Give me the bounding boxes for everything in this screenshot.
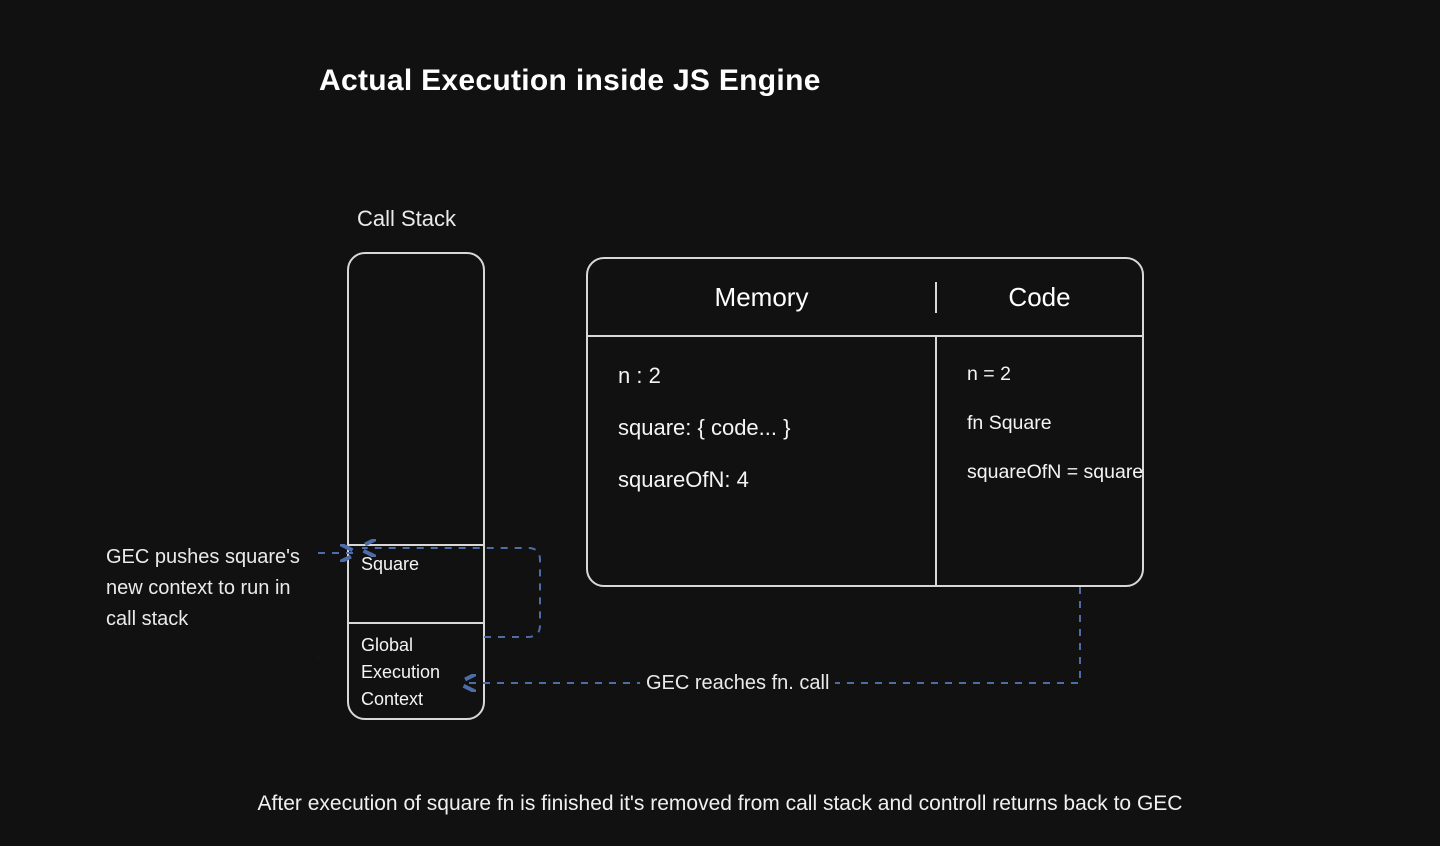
ec-code-column: n = 2 fn Square squareOfN = square(n) bbox=[937, 337, 1142, 585]
annotation-push-context: GEC pushes square's new context to run i… bbox=[106, 542, 316, 635]
callstack-label: Call Stack bbox=[357, 206, 456, 232]
annotation-gec-reaches: GEC reaches fn. call bbox=[640, 672, 835, 695]
ec-memory-n: n : 2 bbox=[618, 363, 905, 389]
ec-header-code: Code bbox=[937, 282, 1142, 313]
callstack-frame-square: Square bbox=[349, 544, 483, 624]
ec-memory-square: square: { code... } bbox=[618, 415, 905, 441]
ec-code-call: squareOfN = square(n) bbox=[967, 461, 1112, 484]
diagram-title: Actual Execution inside JS Engine bbox=[319, 64, 821, 98]
ec-memory-column: n : 2 square: { code... } squareOfN: 4 bbox=[588, 337, 937, 585]
execution-context-table: Memory Code n : 2 square: { code... } sq… bbox=[586, 257, 1144, 587]
bottom-caption: After execution of square fn is finished… bbox=[0, 792, 1440, 816]
ec-header-memory: Memory bbox=[588, 282, 937, 313]
diagram-stage: Actual Execution inside JS Engine Call S… bbox=[0, 0, 1440, 846]
ec-code-n: n = 2 bbox=[967, 363, 1112, 386]
ec-memory-squareofn: squareOfN: 4 bbox=[618, 467, 905, 493]
ec-code-fn: fn Square bbox=[967, 412, 1112, 435]
callstack-box: Square Global Execution Context bbox=[347, 252, 485, 720]
arrow-gec-reaches-call bbox=[462, 587, 1080, 683]
callstack-frame-gec: Global Execution Context bbox=[349, 624, 483, 718]
